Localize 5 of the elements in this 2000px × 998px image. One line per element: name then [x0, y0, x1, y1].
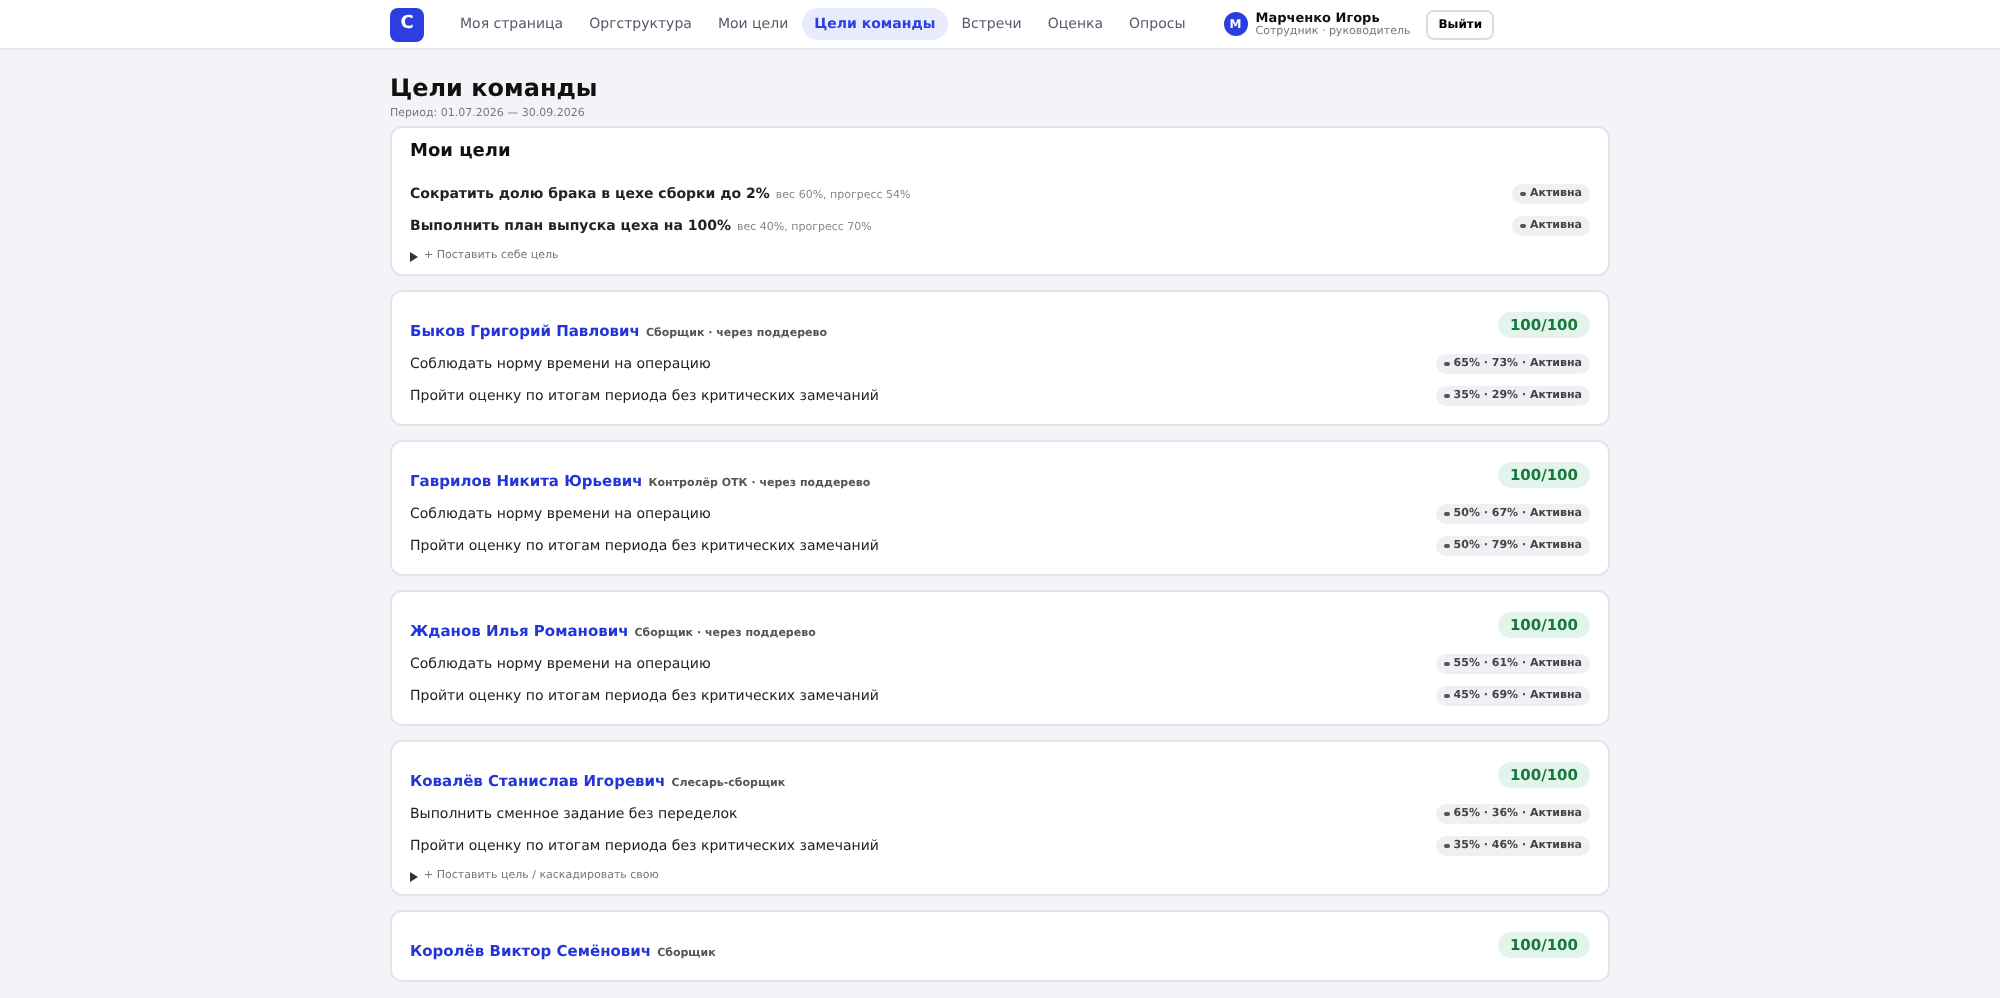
logo[interactable]: С — [390, 7, 424, 41]
page-title: Цели команды — [390, 74, 600, 102]
card-title: Мои цели — [410, 142, 513, 162]
triangle-icon — [410, 871, 418, 881]
triangle-icon — [410, 251, 418, 261]
